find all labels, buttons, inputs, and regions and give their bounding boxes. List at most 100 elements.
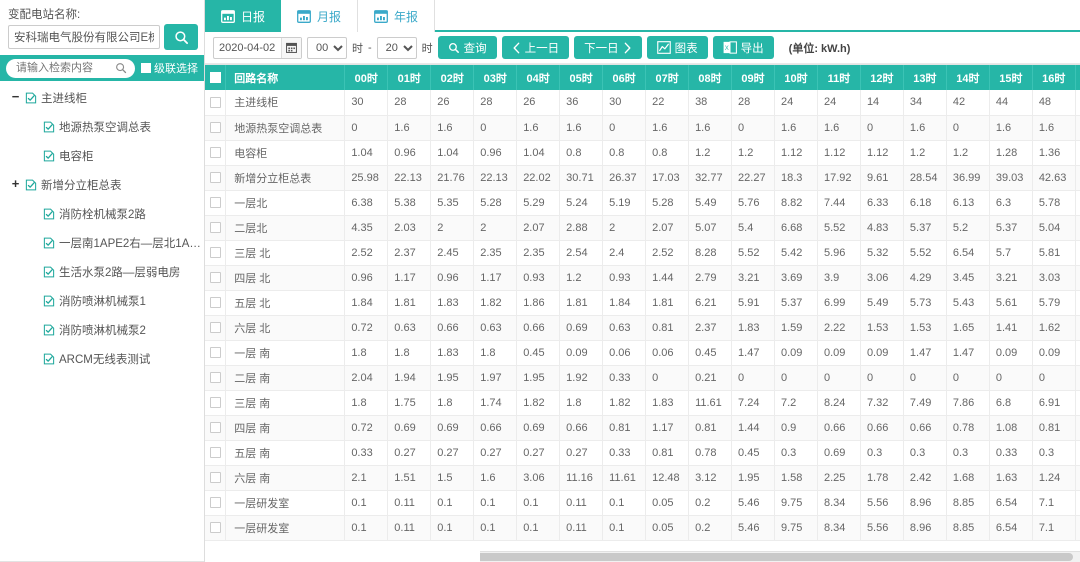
table-row[interactable]: 三层 北2.522.372.452.352.352.542.42.528.285… <box>205 240 1080 265</box>
hour-header-16[interactable]: 16时 <box>1032 65 1075 90</box>
row-select-cell[interactable] <box>205 390 226 415</box>
row-select-cell[interactable] <box>205 340 226 365</box>
row-select-cell[interactable] <box>205 415 226 440</box>
hour-from-select[interactable]: 0001020304050607080910111213141516171819… <box>307 37 347 59</box>
circuit-name-header[interactable]: 回路名称 <box>226 65 345 90</box>
table-row[interactable]: 五层 南0.330.270.270.270.270.270.330.810.78… <box>205 440 1080 465</box>
select-all-header[interactable] <box>205 65 226 90</box>
table-row[interactable]: 电容柜1.040.961.040.961.040.80.80.81.21.21.… <box>205 140 1080 165</box>
tree-toggle-2[interactable] <box>28 150 39 161</box>
row-checkbox[interactable] <box>210 497 221 508</box>
prev-day-button[interactable]: 上一日 <box>502 36 570 59</box>
tree-toggle-6[interactable] <box>28 266 39 277</box>
tab-0[interactable]: 日报 <box>205 0 281 32</box>
row-select-cell[interactable] <box>205 465 226 490</box>
hour-header-17[interactable]: 17时 <box>1075 65 1080 90</box>
tree-toggle-3[interactable]: + <box>10 179 21 190</box>
row-checkbox[interactable] <box>210 272 221 283</box>
tree-node-1[interactable]: 地源热泵空调总表 <box>0 112 204 141</box>
row-checkbox[interactable] <box>210 372 221 383</box>
tab-2[interactable]: 年报 <box>358 0 435 32</box>
next-day-button[interactable]: 下一日 <box>574 36 642 59</box>
hour-header-11[interactable]: 11时 <box>817 65 860 90</box>
table-row[interactable]: 三层 南1.81.751.81.741.821.81.821.8311.617.… <box>205 390 1080 415</box>
tree-search-input[interactable] <box>14 61 115 75</box>
export-button[interactable]: X 导出 <box>713 36 774 59</box>
tab-1[interactable]: 月报 <box>281 0 358 32</box>
hour-header-0[interactable]: 00时 <box>345 65 388 90</box>
row-checkbox[interactable] <box>210 472 221 483</box>
tree-toggle-1[interactable] <box>28 121 39 132</box>
row-checkbox[interactable] <box>210 222 221 233</box>
row-checkbox[interactable] <box>210 297 221 308</box>
tree-toggle-9[interactable] <box>28 353 39 364</box>
hour-header-13[interactable]: 13时 <box>903 65 946 90</box>
row-select-cell[interactable] <box>205 90 226 115</box>
row-select-cell[interactable] <box>205 115 226 140</box>
tree-node-3[interactable]: +新增分立柜总表 <box>0 170 204 199</box>
hour-header-8[interactable]: 08时 <box>689 65 732 90</box>
row-select-cell[interactable] <box>205 140 226 165</box>
row-select-cell[interactable] <box>205 190 226 215</box>
row-select-cell[interactable] <box>205 365 226 390</box>
tree-node-8[interactable]: 消防喷淋机械泵2 <box>0 315 204 344</box>
tree-search-pill[interactable] <box>6 59 135 78</box>
hour-header-6[interactable]: 06时 <box>603 65 646 90</box>
tree-node-4[interactable]: 消防栓机械泵2路 <box>0 199 204 228</box>
table-row[interactable]: 新增分立柜总表25.9822.1321.7622.1322.0230.7126.… <box>205 165 1080 190</box>
hour-header-1[interactable]: 01时 <box>388 65 431 90</box>
row-checkbox[interactable] <box>210 247 221 258</box>
tree-toggle-0[interactable]: − <box>10 92 21 103</box>
table-row[interactable]: 地源热泵空调总表01.61.601.61.601.61.601.61.601.6… <box>205 115 1080 140</box>
calendar-icon[interactable] <box>281 38 301 58</box>
cascade-select-toggle[interactable]: 级联选择 <box>141 60 198 76</box>
row-checkbox[interactable] <box>210 422 221 433</box>
hour-header-5[interactable]: 05时 <box>560 65 603 90</box>
tree-node-5[interactable]: 一层南1APE2右—层北1APE1左 <box>0 228 204 257</box>
row-checkbox[interactable] <box>210 347 221 358</box>
row-select-cell[interactable] <box>205 515 226 540</box>
row-checkbox[interactable] <box>210 322 221 333</box>
table-row[interactable]: 一层北6.385.385.355.285.295.245.195.285.495… <box>205 190 1080 215</box>
table-row[interactable]: 五层 北1.841.811.831.821.861.811.841.816.21… <box>205 290 1080 315</box>
hour-header-4[interactable]: 04时 <box>517 65 560 90</box>
tree-node-9[interactable]: ARCM无线表测试 <box>0 344 204 373</box>
station-name-input[interactable] <box>8 25 160 49</box>
hour-to-select[interactable]: 0001020304050607080910111213141516171819… <box>377 37 417 59</box>
table-row[interactable]: 一层研发室0.10.110.10.10.10.110.10.050.25.469… <box>205 490 1080 515</box>
row-select-cell[interactable] <box>205 215 226 240</box>
table-row[interactable]: 一层 南1.81.81.831.80.450.090.060.060.451.4… <box>205 340 1080 365</box>
hour-header-9[interactable]: 09时 <box>732 65 775 90</box>
tree-node-6[interactable]: 生活水泵2路—层弱电房 <box>0 257 204 286</box>
table-row[interactable]: 二层北4.352.03222.072.8822.075.075.46.685.5… <box>205 215 1080 240</box>
chart-button[interactable]: 图表 <box>647 36 708 59</box>
hour-header-2[interactable]: 02时 <box>431 65 474 90</box>
cascade-checkbox[interactable] <box>141 63 151 73</box>
row-select-cell[interactable] <box>205 265 226 290</box>
hour-header-7[interactable]: 07时 <box>646 65 689 90</box>
hour-header-3[interactable]: 03时 <box>474 65 517 90</box>
row-checkbox[interactable] <box>210 97 221 108</box>
row-select-cell[interactable] <box>205 315 226 340</box>
table-row[interactable]: 二层 南2.041.941.951.971.951.920.3300.21000… <box>205 365 1080 390</box>
tree-node-0[interactable]: −主进线柜 <box>0 83 204 112</box>
tree-node-2[interactable]: 电容柜 <box>0 141 204 170</box>
date-picker[interactable]: 2020-04-02 <box>213 37 302 59</box>
row-select-cell[interactable] <box>205 165 226 190</box>
table-row[interactable]: 四层 南0.720.690.690.660.690.660.811.170.81… <box>205 415 1080 440</box>
row-checkbox[interactable] <box>210 172 221 183</box>
hour-header-12[interactable]: 12时 <box>860 65 903 90</box>
table-row[interactable]: 六层 南2.11.511.51.63.0611.1611.6112.483.12… <box>205 465 1080 490</box>
row-select-cell[interactable] <box>205 240 226 265</box>
tree-toggle-8[interactable] <box>28 324 39 335</box>
table-row[interactable]: 六层 北0.720.630.660.630.660.690.630.812.37… <box>205 315 1080 340</box>
row-select-cell[interactable] <box>205 290 226 315</box>
row-select-cell[interactable] <box>205 440 226 465</box>
table-row[interactable]: 四层 北0.961.170.961.170.931.20.931.442.793… <box>205 265 1080 290</box>
row-select-cell[interactable] <box>205 490 226 515</box>
hour-header-14[interactable]: 14时 <box>946 65 989 90</box>
row-checkbox[interactable] <box>210 522 221 533</box>
row-checkbox[interactable] <box>210 397 221 408</box>
row-checkbox[interactable] <box>210 122 221 133</box>
hour-header-15[interactable]: 15时 <box>989 65 1032 90</box>
